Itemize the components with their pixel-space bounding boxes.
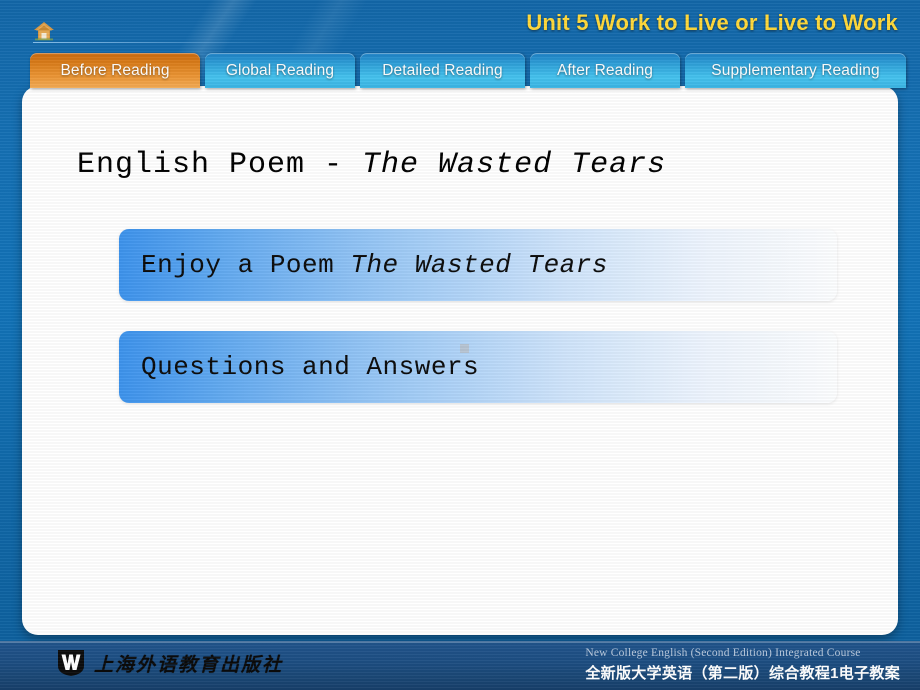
slide-header: Unit 5 Work to Live or Live to Work xyxy=(0,0,920,50)
tab-after-reading[interactable]: After Reading xyxy=(530,53,680,88)
section-heading-prefix: English Poem - xyxy=(77,148,363,182)
course-info: New College English (Second Edition) Int… xyxy=(585,647,900,683)
content-panel: English Poem - The Wasted Tears Enjoy a … xyxy=(22,86,898,690)
publisher-name: 上海外语教育出版社 xyxy=(94,654,284,676)
menu-item-prefix: Questions and Answers xyxy=(141,352,480,382)
tab-before-reading[interactable]: Before Reading xyxy=(30,53,200,88)
course-name-cn: 全新版大学英语（第二版）综合教程1电子教案 xyxy=(585,665,900,682)
w-shield-icon xyxy=(56,649,86,677)
menu-item-title: The Wasted Tears xyxy=(350,250,608,280)
publisher-logo: 上海外语教育出版社 xyxy=(56,649,283,677)
tab-detailed-reading[interactable]: Detailed Reading xyxy=(360,53,525,88)
section-heading-title: The Wasted Tears xyxy=(362,148,667,182)
menu-item-label: Questions and Answers xyxy=(141,352,479,382)
tab-label: Detailed Reading xyxy=(382,61,503,79)
menu-item-prefix: Enjoy a Poem xyxy=(141,250,351,280)
tab-label: Supplementary Reading xyxy=(711,61,880,79)
header-underline xyxy=(33,42,283,43)
slide-footer: 上海外语教育出版社 New College English (Second Ed… xyxy=(0,641,920,690)
footer-divider xyxy=(0,641,920,643)
tab-label: Global Reading xyxy=(225,61,335,79)
home-icon[interactable] xyxy=(33,21,55,41)
page-title: Unit 5 Work to Live or Live to Work xyxy=(526,10,898,35)
tab-bar: Before Reading Global Reading Detailed R… xyxy=(0,53,920,90)
tab-supplementary-reading[interactable]: Supplementary Reading xyxy=(685,53,906,88)
tab-label: Before Reading xyxy=(60,61,170,79)
section-heading: English Poem - The Wasted Tears xyxy=(77,148,666,182)
menu-item-label: Enjoy a Poem The Wasted Tears xyxy=(141,250,608,280)
tab-global-reading[interactable]: Global Reading xyxy=(205,53,355,88)
tab-label: After Reading xyxy=(556,61,654,79)
menu-item-enjoy-a-poem[interactable]: Enjoy a Poem The Wasted Tears xyxy=(119,229,837,301)
presentation-slide: Unit 5 Work to Live or Live to Work Befo… xyxy=(0,0,920,690)
menu-item-questions-and-answers[interactable]: Questions and Answers xyxy=(119,331,837,403)
course-name-en: New College English (Second Edition) Int… xyxy=(585,647,861,659)
